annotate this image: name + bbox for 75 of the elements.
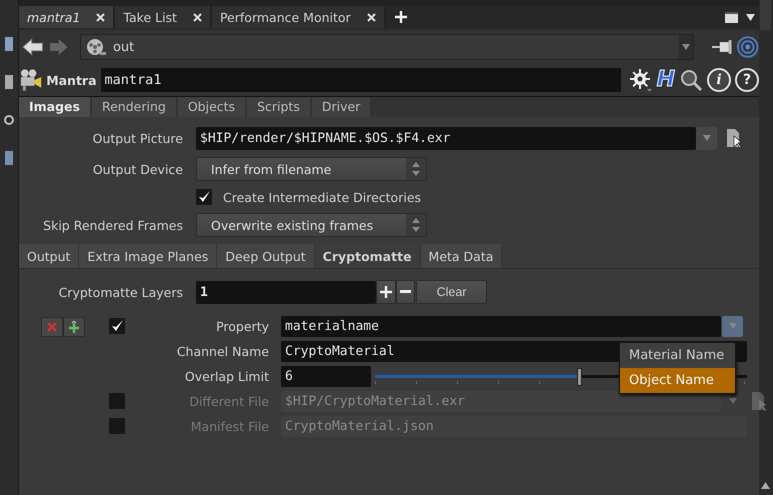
dropdown-arrow-icon <box>702 135 710 141</box>
scrollbar-thumb[interactable] <box>760 0 771 30</box>
number-field[interactable]: 6 <box>281 366 371 386</box>
search-icon[interactable] <box>679 68 703 92</box>
pane-tab[interactable]: mantra1 <box>19 6 116 28</box>
dropdown-arrow-icon <box>728 398 736 404</box>
number-field[interactable]: 1 <box>196 280 376 304</box>
minus-icon <box>400 290 411 294</box>
insert-instance-button[interactable] <box>63 317 85 337</box>
parameter-label: Cryptomatte Layers <box>58 284 183 300</box>
node-type-label: Mantra <box>46 72 97 88</box>
sub-tab[interactable]: Meta Data <box>420 244 502 268</box>
parameter-label: Manifest File <box>190 418 269 434</box>
dropdown-button[interactable] <box>722 316 743 336</box>
parameter-label: Overlap Limit <box>184 368 269 384</box>
spinner-arrows-icon[interactable] <box>406 214 426 236</box>
pane-tab[interactable]: Performance Monitor <box>212 6 386 28</box>
dropdown-button[interactable] <box>696 126 717 150</box>
parameter-tab[interactable]: Scripts <box>247 97 312 117</box>
tool-icon[interactable] <box>4 112 14 128</box>
sub-tab[interactable]: Cryptomatte <box>314 244 421 268</box>
path-field[interactable]: out <box>80 34 694 60</box>
pane-tab[interactable]: Take List <box>115 6 212 28</box>
target-icon[interactable] <box>737 36 759 58</box>
file-path-field[interactable]: $HIP/render/$HIPNAME.$OS.$F4.exr <box>196 126 696 150</box>
dropdown-arrow-icon <box>728 323 736 329</box>
plus-icon <box>380 286 392 298</box>
clear-button[interactable]: Clear <box>416 280 487 304</box>
parameter-tab[interactable]: Images <box>19 97 92 117</box>
parameter-label: Skip Rendered Frames <box>42 218 183 232</box>
checkbox-label: Create Intermediate Directories <box>223 190 422 204</box>
parameter-label: Output Picture <box>92 130 183 146</box>
parameter-label: Property <box>215 318 269 334</box>
parameter-label: Channel Name <box>176 344 269 358</box>
help-button[interactable]: ? <box>735 68 759 92</box>
parameter-label: Output Device <box>92 162 183 176</box>
plus-icon <box>69 321 79 333</box>
add-layer-button[interactable] <box>376 280 396 304</box>
parameter-tab[interactable]: Rendering <box>92 97 178 117</box>
close-icon[interactable] <box>96 12 106 22</box>
parameter-tab[interactable]: Objects <box>178 97 248 117</box>
info-button[interactable]: i <box>707 68 731 92</box>
tool-icon[interactable] <box>4 36 14 52</box>
parameter-tab[interactable]: Driver <box>312 97 372 117</box>
scroll-up-icon[interactable] <box>761 482 770 489</box>
movie-camera-icon <box>19 68 42 92</box>
checkbox[interactable] <box>196 189 212 205</box>
file-browse-icon[interactable] <box>726 128 742 148</box>
close-icon[interactable] <box>192 12 202 22</box>
dropdown-menu[interactable]: Infer from filename <box>196 157 427 181</box>
window-icon[interactable] <box>725 12 738 22</box>
add-tab-icon[interactable] <box>394 11 407 23</box>
sub-tab[interactable]: Extra Image Planes <box>79 244 218 268</box>
tool-icon[interactable] <box>4 150 14 166</box>
menu-item[interactable]: Object Name <box>620 368 735 393</box>
film-reel-icon <box>84 38 107 56</box>
parameter-label: Different File <box>188 394 269 408</box>
spinner-arrows-icon[interactable] <box>406 158 426 180</box>
dropdown-icon[interactable] <box>746 14 755 20</box>
gear-icon[interactable] <box>628 68 653 92</box>
remove-layer-button[interactable] <box>396 280 415 304</box>
close-icon <box>47 322 57 332</box>
tool-icon[interactable] <box>4 74 14 90</box>
sub-tab[interactable]: Output <box>19 244 80 268</box>
back-arrow-icon[interactable] <box>21 37 44 57</box>
dropdown-button[interactable] <box>678 35 693 59</box>
node-name-field[interactable]: mantra1 <box>100 68 621 92</box>
sub-tab[interactable]: Deep Output <box>217 244 315 268</box>
remove-instance-button[interactable] <box>41 317 63 337</box>
checkbox[interactable] <box>109 318 125 334</box>
pin-icon[interactable] <box>712 39 734 55</box>
close-icon[interactable] <box>366 12 376 22</box>
dropdown-menu[interactable]: Overwrite existing frames <box>196 213 427 237</box>
text-field[interactable]: materialname <box>281 316 721 336</box>
dropdown-arrow-icon <box>682 44 690 50</box>
